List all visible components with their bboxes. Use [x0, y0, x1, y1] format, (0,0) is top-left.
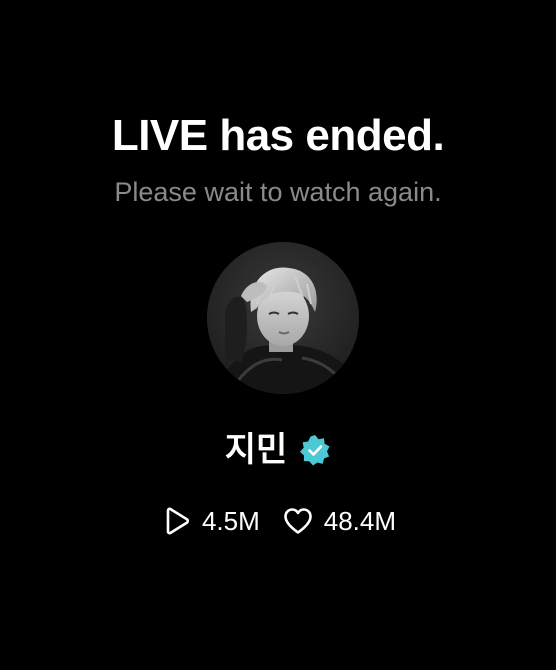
artist-name[interactable]: 지민 — [225, 428, 288, 472]
play-icon — [160, 505, 192, 537]
heart-icon — [282, 505, 314, 537]
avatar-photo — [207, 242, 359, 394]
live-stats: 4.5M 48.4M — [0, 504, 556, 538]
like-count: 48.4M — [282, 504, 396, 538]
live-ended-title: LIVE has ended. — [111, 111, 445, 160]
like-count-value: 48.4M — [323, 506, 397, 536]
live-ended-screen: LIVE has ended. Please wait to watch aga… — [0, 0, 556, 670]
artist-avatar[interactable] — [207, 242, 359, 394]
artist-name-row: 지민 — [0, 428, 556, 472]
live-ended-subtitle: Please wait to watch again. — [114, 177, 442, 207]
play-count: 4.5M — [160, 504, 260, 538]
verified-badge-icon — [299, 434, 331, 466]
play-count-value: 4.5M — [201, 506, 260, 536]
